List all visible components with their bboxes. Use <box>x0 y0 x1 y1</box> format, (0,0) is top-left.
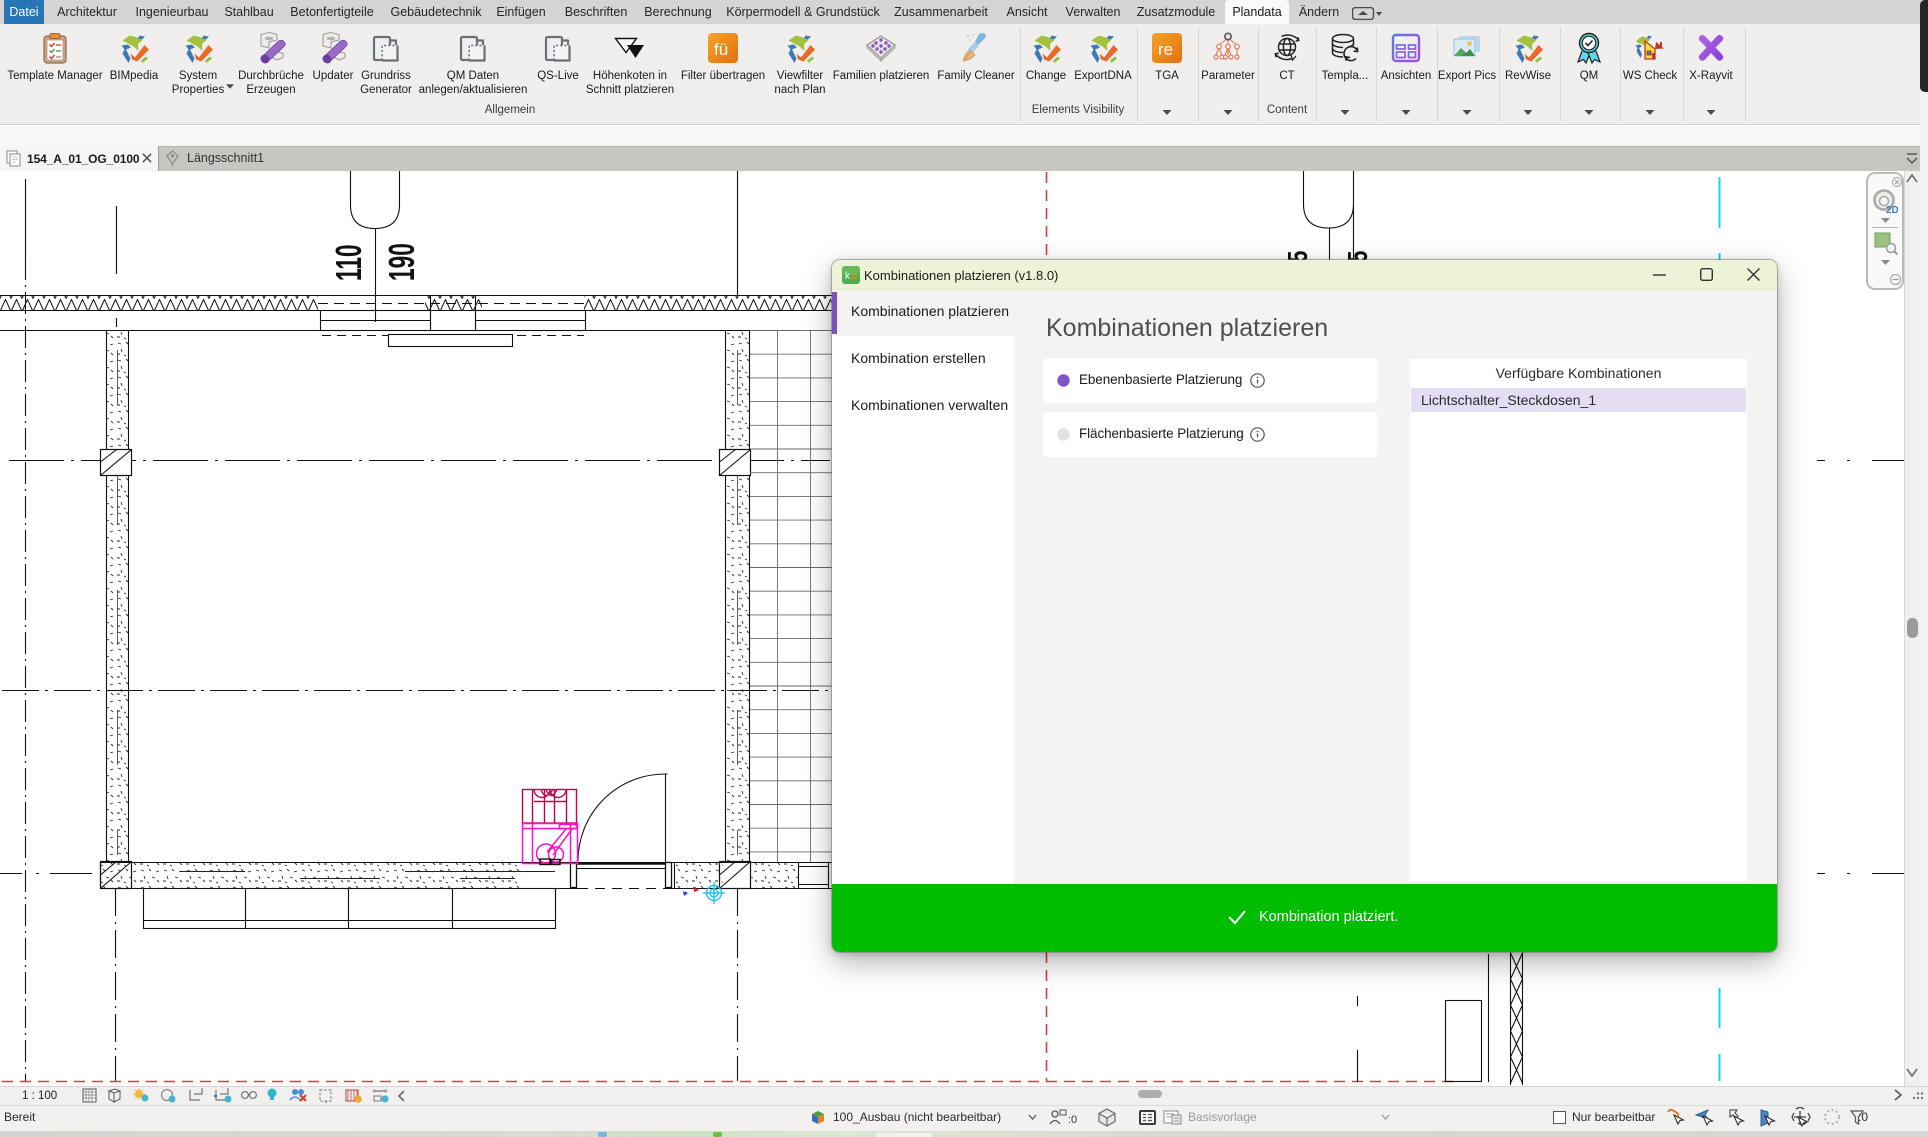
svg-text:p: p <box>852 271 858 282</box>
svg-text:190: 190 <box>383 243 422 281</box>
svg-text::0: :0 <box>1068 1114 1077 1126</box>
svg-text:2D: 2D <box>1886 205 1898 215</box>
svg-text:110: 110 <box>330 244 369 281</box>
